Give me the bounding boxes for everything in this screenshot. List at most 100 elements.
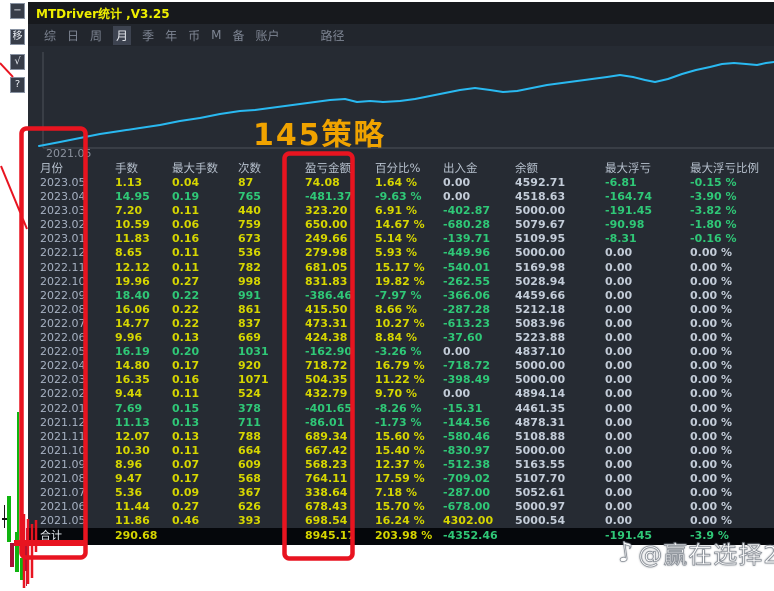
cell-count: 711 — [238, 415, 261, 429]
table-row[interactable]: 2022.04 14.80 0.17 920 718.72 16.79 % -718.72 5… — [28, 359, 774, 373]
table-row[interactable]: 2022.01 7.69 0.15 378 -401.65 -8.26 % -15.31 44… — [28, 402, 774, 416]
table-row[interactable]: 2022.12 8.65 0.11 536 279.98 5.93 % -449.96 500… — [28, 246, 774, 260]
menu-item-年[interactable]: 年 — [165, 27, 177, 44]
table-row[interactable]: 2023.01 11.83 0.16 673 249.66 5.14 % -139.71 51… — [28, 232, 774, 246]
menu-item-M[interactable]: M — [211, 28, 221, 42]
table-row[interactable]: 2021.05 11.86 0.46 393 698.54 16.24 % 4302.00 5… — [28, 514, 774, 528]
table-row[interactable]: 2023.02 10.59 0.06 759 650.00 14.67 % -680.28 5… — [28, 218, 774, 232]
menu-item-path[interactable]: 路径 — [321, 27, 345, 44]
menu-item-月[interactable]: 月 — [113, 25, 132, 45]
cell-pct: 19.82 % — [375, 274, 425, 288]
column-header[interactable]: 手数 — [115, 160, 172, 176]
column-header[interactable]: 盈亏金额 — [305, 160, 375, 176]
help-button[interactable]: ? — [10, 77, 25, 93]
table-row[interactable]: 2022.10 19.96 0.27 998 831.83 19.82 % -262.55 5… — [28, 275, 774, 289]
menu-item-周[interactable]: 周 — [90, 27, 102, 44]
cell-lots: 14.95 — [115, 190, 150, 204]
table-row[interactable]: 2021.09 8.96 0.07 609 568.23 12.37 % -512.38 51… — [28, 458, 774, 472]
menu-item-备[interactable]: 备 — [232, 27, 244, 44]
candlestick — [6, 496, 11, 542]
table-rows: 2023.05 1.13 0.04 87 74.08 1.64 % 0.00 4592.71 -… — [28, 176, 774, 528]
table-row[interactable]: 2022.03 16.35 0.16 1071 504.35 11.22 % -398.49… — [28, 373, 774, 387]
table-row[interactable]: 2022.09 18.40 0.22 991 -386.46 -7.97 % -366.06… — [28, 289, 774, 303]
cell-lots: 12.07 — [115, 429, 150, 443]
table-row[interactable]: 2022.05 16.19 0.20 1031 -162.90 -3.26 % 0.00 48… — [28, 345, 774, 359]
candlestick — [3, 505, 5, 528]
table-row[interactable]: 2023.05 1.13 0.04 87 74.08 1.64 % 0.00 4592.71 -… — [28, 176, 774, 190]
menu-item-综[interactable]: 综 — [44, 27, 56, 44]
column-header[interactable]: 最大浮亏 — [605, 160, 690, 176]
equity-chart-area[interactable] — [28, 46, 774, 148]
cell-max_lots: 0.46 — [172, 514, 200, 528]
cell-max_dd_pct: 0.00 % — [690, 500, 732, 514]
menu-item-账户[interactable]: 账户 — [255, 27, 279, 44]
menu-item-日[interactable]: 日 — [67, 27, 79, 44]
cell-balance: 4592.71 — [515, 176, 566, 189]
menu-item-币[interactable]: 币 — [188, 27, 200, 44]
column-header[interactable]: 月份 — [40, 160, 115, 176]
column-header[interactable]: 最大浮亏比例 — [690, 160, 774, 176]
cell-pnl: 415.50 — [305, 302, 348, 316]
cell-cashflow: -830.97 — [443, 443, 491, 457]
table-row[interactable]: 2022.07 14.77 0.22 837 473.31 10.27 % -613.23 5… — [28, 317, 774, 331]
cell-pct: 9.70 % — [375, 387, 417, 401]
cell-month: 2022.06 — [40, 331, 86, 345]
cell-lots: 11.83 — [115, 232, 150, 246]
cell-cashflow: -718.72 — [443, 359, 491, 373]
cell-lots: 18.40 — [115, 288, 150, 302]
cell-cashflow: -540.01 — [443, 260, 491, 274]
cell-max_dd: 0.00 — [605, 302, 633, 316]
cell-pnl: 718.72 — [305, 359, 348, 373]
cell-count: 669 — [238, 331, 261, 345]
table-row[interactable]: 2021.08 9.47 0.17 568 764.11 17.59 % -709.02 51… — [28, 472, 774, 486]
table-row[interactable]: 2021.11 12.07 0.13 788 689.34 15.60 % -580.46 5… — [28, 430, 774, 444]
cell-balance: 5169.98 — [515, 260, 566, 274]
cell-pct: 11.22 % — [375, 373, 425, 387]
table-row[interactable]: 2021.07 5.36 0.09 367 338.64 7.18 % -287.00 505… — [28, 486, 774, 500]
table-row[interactable]: 2022.02 9.44 0.11 524 432.79 9.70 % 0.00 4894.1… — [28, 387, 774, 401]
cell-lots: 11.86 — [115, 514, 150, 528]
cell-lots: 11.44 — [115, 500, 150, 514]
cell-pct: 15.40 % — [375, 443, 425, 457]
table-row[interactable]: 2023.03 7.20 0.11 440 323.20 6.91 % -402.87 500… — [28, 204, 774, 218]
cell-balance: 5108.88 — [515, 429, 566, 443]
column-header[interactable]: 百分比% — [375, 160, 443, 176]
cell-cashflow: 0.00 — [443, 190, 471, 204]
cell-pnl: 432.79 — [305, 387, 348, 401]
cell-balance: 5107.70 — [515, 471, 566, 485]
watermark: ♪ @赢在选择2 — [615, 535, 774, 570]
minimize-button[interactable]: − — [10, 3, 25, 19]
cell-pct: 15.60 % — [375, 429, 425, 443]
cell-lots: 14.80 — [115, 359, 150, 373]
column-header[interactable]: 最大手数 — [172, 160, 238, 176]
cell-max_dd: 0.00 — [605, 316, 633, 330]
table-row[interactable]: 2021.06 11.44 0.27 626 678.43 15.70 % -678.00 5… — [28, 500, 774, 514]
titlebar[interactable]: MTDriver统计 ,V3.25 — [28, 2, 774, 24]
column-header[interactable]: 次数 — [238, 160, 305, 176]
cell-max_dd_pct: 0.00 % — [690, 274, 732, 288]
column-header[interactable]: 出入金 — [443, 160, 515, 176]
check-button[interactable]: √ — [10, 54, 25, 70]
cell-count: 626 — [238, 500, 261, 514]
cell-balance: 5000.00 — [515, 246, 566, 260]
column-header[interactable]: 余额 — [515, 160, 605, 176]
total-balance — [515, 528, 605, 545]
cell-count: 782 — [238, 260, 261, 274]
cell-max_dd_pct: 0.00 % — [690, 246, 732, 260]
candlestick — [24, 545, 28, 571]
cell-cashflow: -449.96 — [443, 246, 491, 260]
cell-max_dd: -191.45 — [605, 204, 653, 218]
cell-max_lots: 0.07 — [172, 457, 200, 471]
table-row[interactable]: 2021.12 11.13 0.13 711 -86.01 -1.73 % -144.56 4… — [28, 416, 774, 430]
table-row[interactable]: 2021.10 10.30 0.11 664 667.42 15.40 % -830.97 5… — [28, 444, 774, 458]
table-row[interactable]: 2023.04 14.95 0.19 765 -481.37 -9.63 % 0.00 451… — [28, 190, 774, 204]
table-row[interactable]: 2022.06 9.96 0.13 669 424.38 8.84 % -37.60 5223… — [28, 331, 774, 345]
cell-pnl: 249.66 — [305, 232, 348, 246]
cell-pct: 5.14 % — [375, 232, 417, 246]
cell-pct: 10.27 % — [375, 316, 425, 330]
table-row[interactable]: 2022.11 12.12 0.11 782 681.05 15.17 % -540.01 5… — [28, 261, 774, 275]
cell-month: 2022.05 — [40, 345, 86, 359]
table-row[interactable]: 2022.08 16.06 0.22 861 415.50 8.66 % -287.28 52… — [28, 303, 774, 317]
move-button[interactable]: 移 — [10, 29, 25, 45]
menu-item-季[interactable]: 季 — [142, 27, 154, 44]
